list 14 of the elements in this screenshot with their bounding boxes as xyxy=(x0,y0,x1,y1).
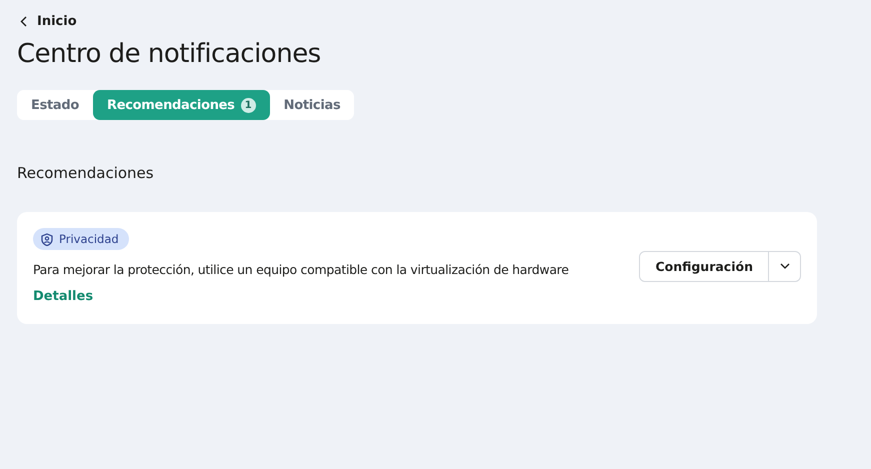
recommendation-text: Para mejorar la protección, utilice un equipo compatible con la virtualización de hardware xyxy=(33,262,569,277)
caret-icon xyxy=(780,263,790,269)
dropdown-button[interactable] xyxy=(768,252,800,280)
chevron-left-icon xyxy=(20,16,27,27)
tab[interactable]: Noticias xyxy=(270,90,354,120)
count-badge: 1 xyxy=(240,98,256,112)
category-tag: Privacidad xyxy=(33,228,129,250)
page-title: Centro de notificaciones xyxy=(17,39,322,69)
tab[interactable]: Estado xyxy=(17,90,94,120)
shield-icon xyxy=(41,232,53,246)
details-link[interactable]: Detalles xyxy=(33,289,94,304)
section-title: Recomendaciones xyxy=(17,164,155,182)
tab[interactable]: Recomendaciones 1 xyxy=(93,90,270,120)
back-link[interactable]: Inicio xyxy=(17,14,817,29)
